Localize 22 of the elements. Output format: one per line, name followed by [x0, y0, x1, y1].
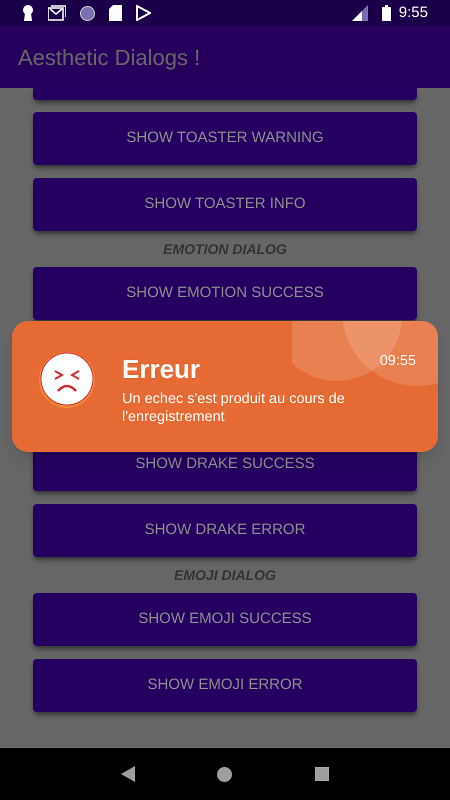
recents-icon[interactable]: [314, 767, 329, 781]
status-time: 9:55: [398, 2, 428, 23]
dialog-button[interactable]: SHOW DRAKE ERROR: [33, 504, 417, 557]
mail-icon: [48, 5, 66, 21]
back-icon[interactable]: [121, 766, 136, 782]
app-title: Aesthetic Dialogs !: [18, 44, 200, 72]
dialog-button[interactable]: SHOW EMOJI SUCCESS: [33, 593, 417, 646]
sad-face-icon: [38, 351, 96, 409]
home-icon[interactable]: [217, 766, 232, 782]
sd-card-icon: [109, 5, 122, 21]
play-store-icon: [136, 5, 151, 21]
circle-icon: [80, 6, 95, 20]
dialog-button[interactable]: SHOW EMOTION SUCCESS: [33, 267, 417, 320]
signal-icon: [352, 5, 368, 21]
dialog-button[interactable]: SHOW TOASTER WARNING: [33, 112, 417, 165]
dialog-button[interactable]: SHOW EMOJI ERROR: [33, 659, 417, 712]
keyhole-icon: [22, 5, 34, 21]
battery-icon: [382, 5, 391, 21]
dialog-button[interactable]: SHOW TOASTER INFO: [33, 178, 417, 231]
toast-time: 09:55: [380, 352, 416, 371]
toast-message: Un echec s'est produit au cours de l'enregistrement: [122, 390, 346, 426]
toast-title: Erreur: [122, 353, 202, 385]
